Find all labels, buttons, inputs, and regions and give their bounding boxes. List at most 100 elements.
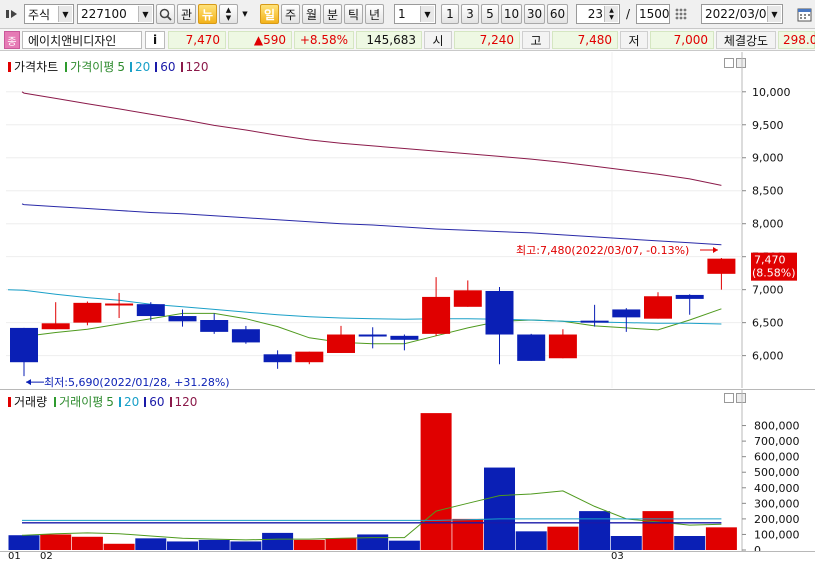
interval-3-button[interactable]: 3 [461, 4, 479, 24]
interval-30-button[interactable]: 30 [524, 4, 545, 24]
volume-bar [452, 518, 484, 550]
info-icon[interactable]: i [145, 31, 165, 49]
candle [485, 287, 514, 365]
candle-body [41, 323, 70, 330]
candle [580, 304, 609, 327]
current-price: 7,470 [168, 31, 226, 49]
grid-settings-icon[interactable] [672, 4, 690, 24]
candle [10, 327, 38, 377]
volume-chart[interactable]: 800,000 700,000 600,000 500,000 400,000 300,0… [0, 390, 815, 552]
chevron-down-icon: ▼ [58, 6, 72, 22]
volume-bar [674, 536, 706, 550]
candle [263, 350, 292, 369]
volume-bar [103, 543, 135, 550]
candle-body [358, 334, 387, 337]
arrow-up-icon: ▲ [225, 6, 232, 14]
chevron-down-icon: ▼ [767, 6, 781, 22]
stock-code-input[interactable]: 227100 ▼ [77, 4, 154, 24]
volume-bar [293, 539, 325, 550]
volume-bar [8, 535, 40, 550]
candle-body [644, 296, 672, 319]
price-y-tick-label: 9,500 [752, 119, 784, 132]
period-tick-button[interactable]: 틱 [344, 4, 363, 24]
volume-y-tick-label: 400,000 [754, 482, 800, 495]
candle-body [422, 296, 451, 334]
news-button[interactable]: 뉴 [198, 4, 217, 24]
trade-strength: 298.0 [778, 31, 815, 49]
price-y-tick-label: 6,500 [752, 317, 784, 330]
candle [517, 333, 546, 361]
count-input[interactable]: 23 ▲ ▼ [576, 4, 620, 24]
interval-10-button[interactable]: 10 [501, 4, 522, 24]
candle-body [517, 334, 546, 361]
count-stepper-icon[interactable]: ▲ ▼ [604, 6, 618, 22]
arrow-down-icon: ▼ [225, 14, 232, 22]
volume-ma-20-line [22, 518, 722, 521]
candle-body [327, 334, 355, 353]
candle [105, 292, 134, 319]
candle-body [612, 309, 641, 318]
menu-toggle-icon[interactable] [4, 4, 22, 24]
candle [453, 280, 482, 307]
date-select[interactable]: 2022/03/07 ▼ [701, 4, 783, 24]
market-select-value: 주식 [28, 7, 51, 22]
volume-bar [515, 531, 547, 550]
stepper-dropdown-icon[interactable]: ▼ [240, 4, 250, 24]
period-year-button[interactable]: 년 [365, 4, 384, 24]
chevron-down-icon: ▼ [420, 6, 434, 22]
total-count-field[interactable]: 1500 [636, 4, 670, 24]
volume-bar [262, 532, 294, 550]
period-day-button[interactable]: 일 [260, 4, 279, 24]
volume-bar [610, 536, 642, 550]
stock-code-value: 227100 [81, 7, 127, 21]
date-value: 2022/03/07 [705, 7, 775, 21]
stock-name[interactable]: 에이치앤비디자인 [22, 31, 142, 49]
candle-body [675, 294, 704, 299]
volume-bar [167, 541, 198, 550]
price-chart[interactable]: 10,0009,5009,0008,5008,0007,5007,0006,50… [0, 52, 815, 388]
volume-bar [71, 536, 103, 550]
strength-label: 체결강도 [716, 31, 776, 49]
volume-bar [420, 413, 452, 550]
candle [548, 329, 577, 359]
period-month-button[interactable]: 월 [302, 4, 321, 24]
price-ma-20-line [7, 289, 722, 325]
volume-bar [484, 467, 515, 550]
candle [422, 277, 451, 336]
x-label-mar: 03 [611, 551, 624, 562]
volume-bar [230, 541, 262, 550]
market-select[interactable]: 주식 ▼ [24, 4, 74, 24]
trade-volume: 145,683 [356, 31, 422, 49]
x-label-jan: 01 [8, 551, 21, 562]
candle-body [390, 335, 419, 340]
candle-body [485, 290, 514, 335]
price-y-tick-label: 9,000 [752, 152, 784, 165]
low-arrow-head [26, 379, 31, 386]
open-price: 7,240 [454, 31, 520, 49]
search-icon [159, 8, 172, 21]
candle [390, 334, 419, 351]
volume-y-tick-label: 800,000 [754, 420, 800, 433]
period-week-button[interactable]: 주 [281, 4, 300, 24]
volume-bar [579, 511, 611, 550]
volume-bar [325, 538, 357, 550]
stock-info-bar: 종 에이치앤비디자인 i 7,470 ▲590 +8.58% 145,683 시… [0, 29, 815, 51]
interval-1-button[interactable]: 1 [441, 4, 459, 24]
interval-60-button[interactable]: 60 [547, 4, 568, 24]
candle [41, 302, 70, 330]
price-y-tick-label: 8,500 [752, 185, 784, 198]
search-button[interactable] [156, 4, 175, 24]
volume-bar [388, 540, 420, 550]
candle [644, 292, 672, 319]
period-minute-button[interactable]: 분 [323, 4, 342, 24]
calendar-icon[interactable] [795, 4, 813, 24]
change-percent: +8.58% [294, 31, 354, 49]
candle [200, 313, 229, 334]
candle [358, 327, 387, 349]
stock-stepper[interactable]: ▲ ▼ [219, 4, 238, 24]
interval-5-button[interactable]: 5 [481, 4, 499, 24]
interval-select[interactable]: 1 ▼ [394, 4, 436, 24]
watchlist-button[interactable]: 관 [177, 4, 196, 24]
volume-ma-5-line [22, 490, 722, 541]
count-value: 23 [587, 7, 603, 21]
